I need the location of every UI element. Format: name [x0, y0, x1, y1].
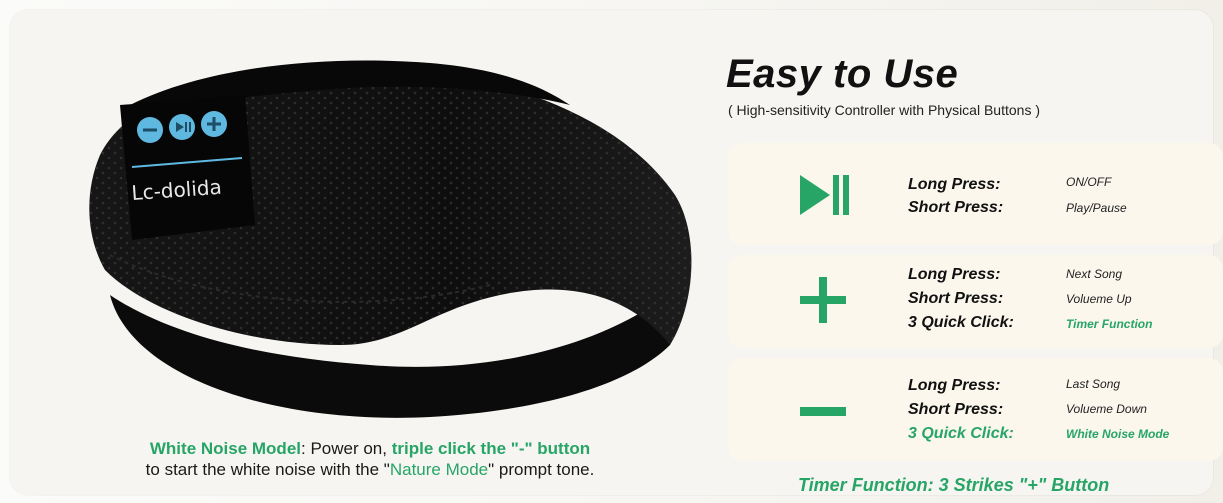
page-title: Easy to Use — [726, 52, 959, 96]
control-label: Short Press: — [908, 290, 1004, 307]
caption-heading: White Noise Model — [149, 439, 301, 458]
control-card-play-pause: Long Press: Short Press: ON/OFF Play/Pau… — [728, 143, 1223, 245]
caption-mode: Nature Mode — [389, 460, 489, 479]
canvas: Lc-dolida White Noise Model: Power on, t… — [0, 0, 1223, 503]
control-value-highlight: Timer Function — [1066, 317, 1153, 331]
control-value-highlight: White Noise Mode — [1066, 427, 1170, 441]
timer-footer: Timer Function: 3 Strikes "+" Button — [798, 475, 1110, 495]
control-label: Short Press: — [908, 199, 1004, 216]
control-value: ON/OFF — [1066, 175, 1112, 189]
control-value: Next Song — [1066, 267, 1123, 281]
caption-text: : Power on, — [301, 439, 392, 458]
control-label: Short Press: — [908, 401, 1004, 418]
control-card-minus: Long Press: Short Press: 3 Quick Click: … — [728, 358, 1223, 461]
control-label-highlight: 3 Quick Click: — [908, 425, 1014, 442]
white-noise-caption: White Noise Model: Power on, triple clic… — [60, 438, 680, 480]
caption-text: to start the white noise with the " — [145, 460, 390, 479]
plus-icon — [800, 277, 846, 328]
control-value: Last Song — [1066, 377, 1121, 391]
control-value: Play/Pause — [1066, 201, 1127, 215]
control-card-plus: Long Press: Short Press: 3 Quick Click: … — [728, 255, 1223, 348]
control-label: Long Press: — [908, 266, 1001, 283]
control-value: Volueme Down — [1066, 402, 1147, 416]
control-label: Long Press: — [908, 377, 1001, 394]
control-label: Long Press: — [908, 176, 1001, 193]
page-subtitle: ( High-sensitivity Controller with Physi… — [728, 102, 1040, 118]
minus-icon — [800, 404, 846, 422]
play-pause-icon — [800, 175, 850, 220]
control-label: 3 Quick Click: — [908, 314, 1014, 331]
caption-emphasis: triple click the "-" button — [391, 439, 591, 458]
sleep-mask-image: Lc-dolida — [70, 45, 710, 430]
caption-text: " prompt tone. — [488, 460, 595, 479]
control-value: Volueme Up — [1066, 292, 1132, 306]
